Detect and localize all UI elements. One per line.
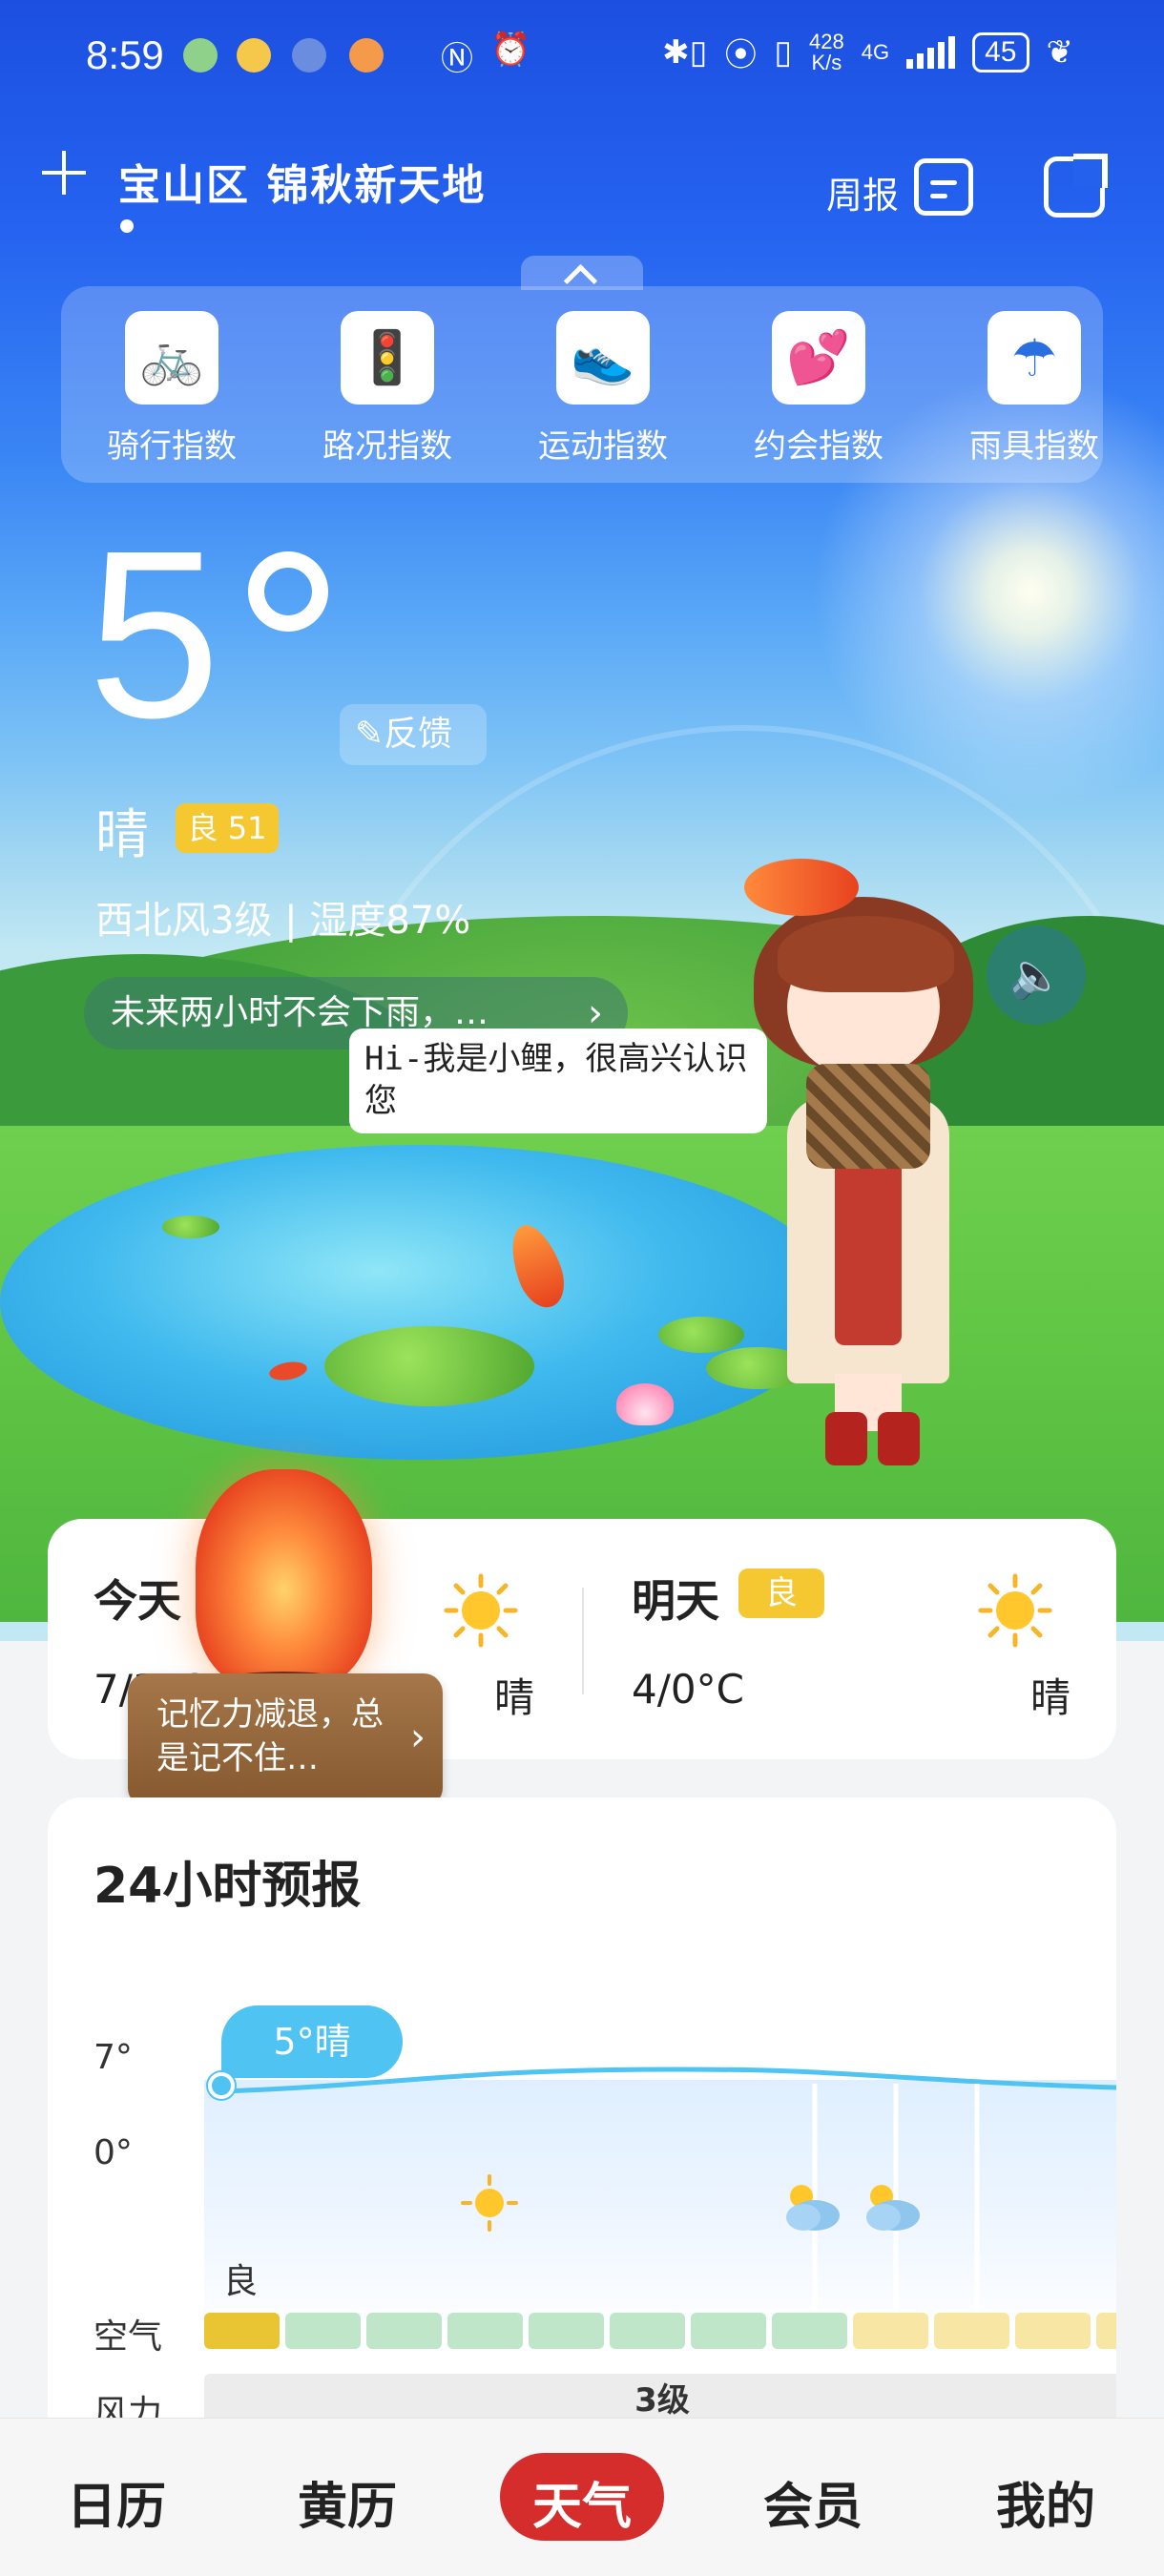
feedback-button[interactable]: ✎反馈 xyxy=(340,704,487,765)
air-quality-bar xyxy=(610,2313,685,2349)
vibrate-icon: ▯ xyxy=(774,33,793,71)
today-title: 今天 xyxy=(94,1575,181,1627)
air-quality-bar xyxy=(934,2313,1009,2349)
lily-pad xyxy=(324,1326,534,1406)
air-quality-bar xyxy=(691,2313,766,2349)
lily-pad xyxy=(658,1317,744,1353)
edit-icon: ✎ xyxy=(355,715,385,754)
signal-icon xyxy=(906,35,956,69)
air-quality-bar xyxy=(447,2313,523,2349)
index-dating[interactable]: 💕 约会指数 xyxy=(733,311,904,467)
air-quality-bars xyxy=(204,2313,1116,2349)
collapse-handle[interactable] xyxy=(521,256,643,290)
page-indicator-dot xyxy=(120,219,134,233)
tomorrow-title: 明天 xyxy=(632,1575,719,1627)
share-icon[interactable] xyxy=(1044,154,1108,218)
app-notification-icon xyxy=(349,38,384,73)
hearts-icon: 💕 xyxy=(772,311,865,405)
index-traffic[interactable]: 🚦 路况指数 xyxy=(301,311,473,467)
nav-almanac[interactable]: 黄历 xyxy=(252,2466,443,2538)
app-notification-icon xyxy=(292,38,326,73)
clock: 8:59 xyxy=(86,32,164,77)
sun-icon xyxy=(978,1573,1052,1648)
tomorrow-condition: 晴 xyxy=(1030,1674,1071,1721)
koi-hat-icon xyxy=(744,859,859,916)
aqi-badge[interactable]: 良 51 xyxy=(176,803,279,853)
aqi-level-label: 良 xyxy=(223,2262,259,2301)
assistant-speech-bubble: Hi-我是小鲤，很高兴认识您 xyxy=(349,1028,767,1133)
air-quality-bar xyxy=(204,2313,280,2349)
bottom-navigation: 日历 黄历 天气 会员 我的 xyxy=(0,2418,1164,2576)
memory-prompt-button[interactable]: 记忆力减退，总是记不住… › xyxy=(128,1673,443,1807)
current-condition: 晴 xyxy=(95,804,149,866)
current-hour-bubble: 5°晴 xyxy=(221,2005,403,2078)
air-quality-label: 空气 xyxy=(94,2317,163,2357)
axis-low: 0° xyxy=(94,2133,133,2172)
bike-icon: 🚲 xyxy=(125,311,218,405)
nav-membership[interactable]: 会员 xyxy=(717,2466,908,2538)
partly-cloudy-icon xyxy=(786,2185,840,2231)
status-bar: 8:59 Ⓝ ⏰ ✱▯ ⦿ ▯ 428 K/s 4G 45 ❦ xyxy=(0,0,1164,114)
air-quality-bar xyxy=(1096,2313,1116,2349)
divider xyxy=(582,1588,584,1694)
air-quality-bar xyxy=(366,2313,442,2349)
chevron-right-icon: › xyxy=(410,1715,426,1759)
sky-lantern[interactable] xyxy=(196,1469,372,1689)
forecast-title: 24小时预报 xyxy=(94,1858,362,1915)
lily-pad xyxy=(162,1215,219,1238)
nfc-icon: Ⓝ xyxy=(441,40,473,78)
current-temperature: 5 xyxy=(88,501,221,767)
axis-high: 7° xyxy=(94,2038,133,2077)
shoe-icon: 👟 xyxy=(556,311,650,405)
index-sport[interactable]: 👟 运动指数 xyxy=(517,311,689,467)
sun-icon xyxy=(444,1573,518,1648)
index-umbrella[interactable]: ☂ 雨具指数 xyxy=(948,311,1103,467)
air-quality-bar xyxy=(529,2313,604,2349)
sun-icon xyxy=(461,2174,518,2232)
degree-symbol xyxy=(248,551,328,632)
air-quality-bar xyxy=(1015,2313,1091,2349)
network-speed: 428 K/s xyxy=(809,29,844,74)
nav-weather[interactable]: 天气 xyxy=(487,2466,677,2538)
temperature-curve xyxy=(220,2067,1116,2337)
life-index-bar: 🚲 骑行指数 🚦 路况指数 👟 运动指数 💕 约会指数 ☂ 雨具指数 xyxy=(61,286,1103,483)
air-quality-bar xyxy=(772,2313,847,2349)
tomorrow-aqi-badge: 良 xyxy=(738,1568,824,1618)
weekly-report-label[interactable]: 周报 xyxy=(826,166,899,218)
network-type: 4G xyxy=(861,39,890,64)
battery-indicator: 45 xyxy=(972,31,1029,73)
nav-profile[interactable]: 我的 xyxy=(950,2466,1141,2538)
partly-cloudy-icon xyxy=(866,2185,920,2231)
tomorrow-temps: 4/0°C xyxy=(632,1666,744,1713)
location-title[interactable]: 宝山区 锦秋新天地 xyxy=(118,151,486,212)
plus-icon[interactable] xyxy=(42,151,86,195)
alarm-icon: ⏰ xyxy=(490,31,531,69)
air-quality-bar xyxy=(285,2313,361,2349)
today-condition: 晴 xyxy=(494,1674,535,1721)
speaker-icon[interactable]: 🔈 xyxy=(987,925,1086,1025)
pond xyxy=(0,1145,840,1460)
umbrella-icon: ☂ xyxy=(987,311,1081,405)
nav-calendar[interactable]: 日历 xyxy=(21,2466,212,2538)
current-hour-marker xyxy=(208,2072,235,2099)
app-notification-icon xyxy=(183,38,218,73)
traffic-light-icon: 🚦 xyxy=(341,311,434,405)
emoji-notification-icon xyxy=(237,38,271,73)
air-quality-bar xyxy=(853,2313,928,2349)
calendar-icon[interactable] xyxy=(914,158,973,216)
bluetooth-battery-icon: ✱▯ xyxy=(662,33,708,71)
wind-humidity: 西北风3级 | 湿度87% xyxy=(95,899,471,943)
index-cycling[interactable]: 🚲 骑行指数 xyxy=(86,311,258,467)
assistant-character[interactable] xyxy=(735,859,1002,1469)
forecast-24h-card: 24小时预报 7° 0° 5°晴 良 空气 风力 3级 xyxy=(48,1797,1116,2484)
location-icon: ⦿ xyxy=(724,37,758,73)
lotus-flower xyxy=(616,1383,674,1425)
weather-scene xyxy=(0,0,1164,1641)
leaf-icon: ❦ xyxy=(1046,33,1074,71)
